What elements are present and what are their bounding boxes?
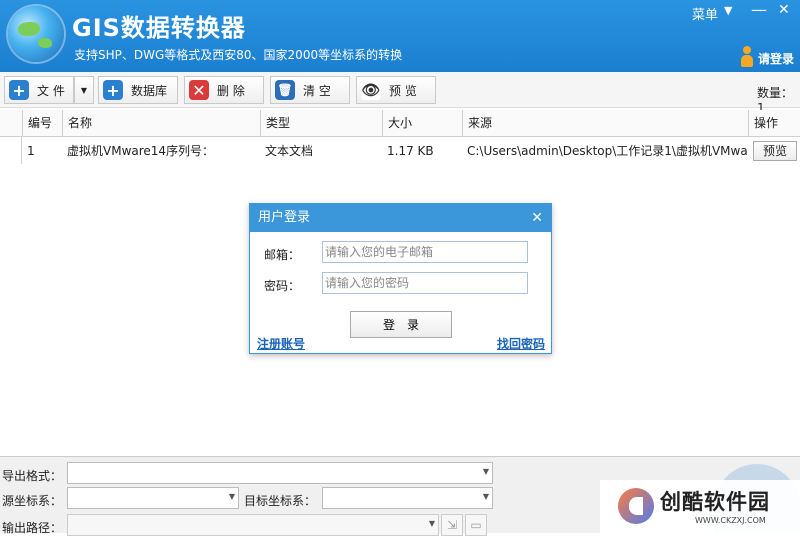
file-dropdown-button[interactable]: ▼: [74, 76, 94, 104]
email-field[interactable]: [322, 241, 528, 263]
table-row[interactable]: 1 虚拟机VMware14序列号： 文本文档 1.17 KB C:\Users\…: [0, 138, 800, 164]
trash-icon: 🗑: [275, 80, 295, 100]
column-header-id[interactable]: 编号: [22, 110, 62, 137]
column-header-source[interactable]: 来源: [462, 110, 748, 137]
cell-size: 1.17 KB: [387, 144, 434, 158]
output-format-select[interactable]: ▼: [67, 462, 493, 484]
minimize-icon[interactable]: —: [751, 0, 767, 19]
menu-button[interactable]: 菜单: [692, 4, 718, 23]
login-link[interactable]: 请登录: [758, 50, 794, 67]
app-subtitle: 支持SHP、DWG等格式及西安80、国家2000等坐标系的转换: [74, 48, 403, 62]
chevron-down-icon: ▼: [80, 85, 88, 95]
dialog-title-bar: 用户登录 ✕: [250, 204, 551, 232]
password-field[interactable]: [322, 272, 528, 294]
output-format-label: 导出格式：: [2, 469, 63, 483]
row-preview-button[interactable]: 预览: [753, 141, 797, 161]
dialog-title: 用户登录: [258, 210, 311, 225]
plus-icon: +: [103, 80, 123, 100]
cell-id: 1: [27, 144, 35, 158]
user-icon[interactable]: [740, 46, 754, 68]
chevron-down-icon: ▼: [428, 519, 435, 528]
column-header-type[interactable]: 类型: [260, 110, 382, 137]
email-label: 邮箱：: [264, 248, 301, 262]
preview-button-label: 预 览: [389, 83, 417, 98]
delete-button-label: 删 除: [217, 83, 245, 98]
watermark-title: 创酷软件园: [660, 490, 770, 514]
file-button[interactable]: + 文 件: [4, 76, 74, 104]
register-link[interactable]: 注册账号: [257, 335, 305, 352]
column-header-size[interactable]: 大小: [382, 110, 462, 137]
watermark: 创酷软件园 WWW.CKZXJ.COM: [600, 480, 800, 533]
database-button-label: 数据库: [131, 83, 168, 98]
watermark-url: WWW.CKZXJ.COM: [695, 516, 766, 525]
delete-button[interactable]: ✕ 删 除: [184, 76, 264, 104]
clear-button-label: 清 空: [303, 83, 331, 98]
chevron-down-icon: ▼: [482, 492, 489, 501]
preview-button[interactable]: 👁 预 览: [356, 76, 436, 104]
file-button-label: 文 件: [37, 83, 65, 98]
login-button[interactable]: 登录: [350, 311, 452, 338]
eye-icon: 👁: [361, 80, 381, 100]
login-dialog: 用户登录 ✕ 邮箱： 密码： 登录 注册账号 找回密码: [249, 203, 552, 354]
column-header-action[interactable]: 操作: [748, 110, 800, 137]
delete-x-icon: ✕: [189, 80, 209, 100]
menu-dropdown-icon[interactable]: ▼: [724, 4, 732, 17]
plus-icon: +: [9, 80, 29, 100]
chevron-down-icon: ▼: [482, 467, 489, 476]
target-crs-select[interactable]: ▼: [322, 487, 493, 509]
target-crs-label: 目标坐标系：: [244, 494, 317, 508]
table-header: 编号 名称 类型 大小 来源 操作: [0, 110, 800, 137]
column-header-name[interactable]: 名称: [62, 110, 260, 137]
forgot-password-link[interactable]: 找回密码: [497, 335, 545, 352]
source-crs-label: 源坐标系：: [2, 494, 63, 508]
source-crs-select[interactable]: ▼: [67, 487, 239, 509]
clear-button[interactable]: 🗑 清 空: [270, 76, 350, 104]
cell-type: 文本文档: [265, 144, 314, 158]
database-button[interactable]: + 数据库: [98, 76, 178, 104]
watermark-logo-icon: [618, 488, 654, 524]
title-bar: GIS数据转换器 支持SHP、DWG等格式及西安80、国家2000等坐标系的转换…: [0, 0, 800, 72]
cell-name: 虚拟机VMware14序列号：: [67, 144, 215, 158]
chevron-down-icon: ▼: [228, 492, 235, 501]
toolbar: + 文 件 ▼ + 数据库 ✕ 删 除 🗑 清 空 👁 预 览 数量：1: [0, 72, 800, 115]
app-title: GIS数据转换器: [72, 14, 246, 42]
password-label: 密码：: [264, 279, 301, 293]
close-icon[interactable]: ✕: [778, 2, 790, 18]
cell-source: C:\Users\admin\Desktop\工作记录1\虚拟机VMware: [467, 144, 748, 158]
globe-logo-icon: [8, 6, 64, 62]
dialog-close-icon[interactable]: ✕: [531, 204, 543, 232]
output-path-label: 输出路径：: [2, 521, 63, 535]
